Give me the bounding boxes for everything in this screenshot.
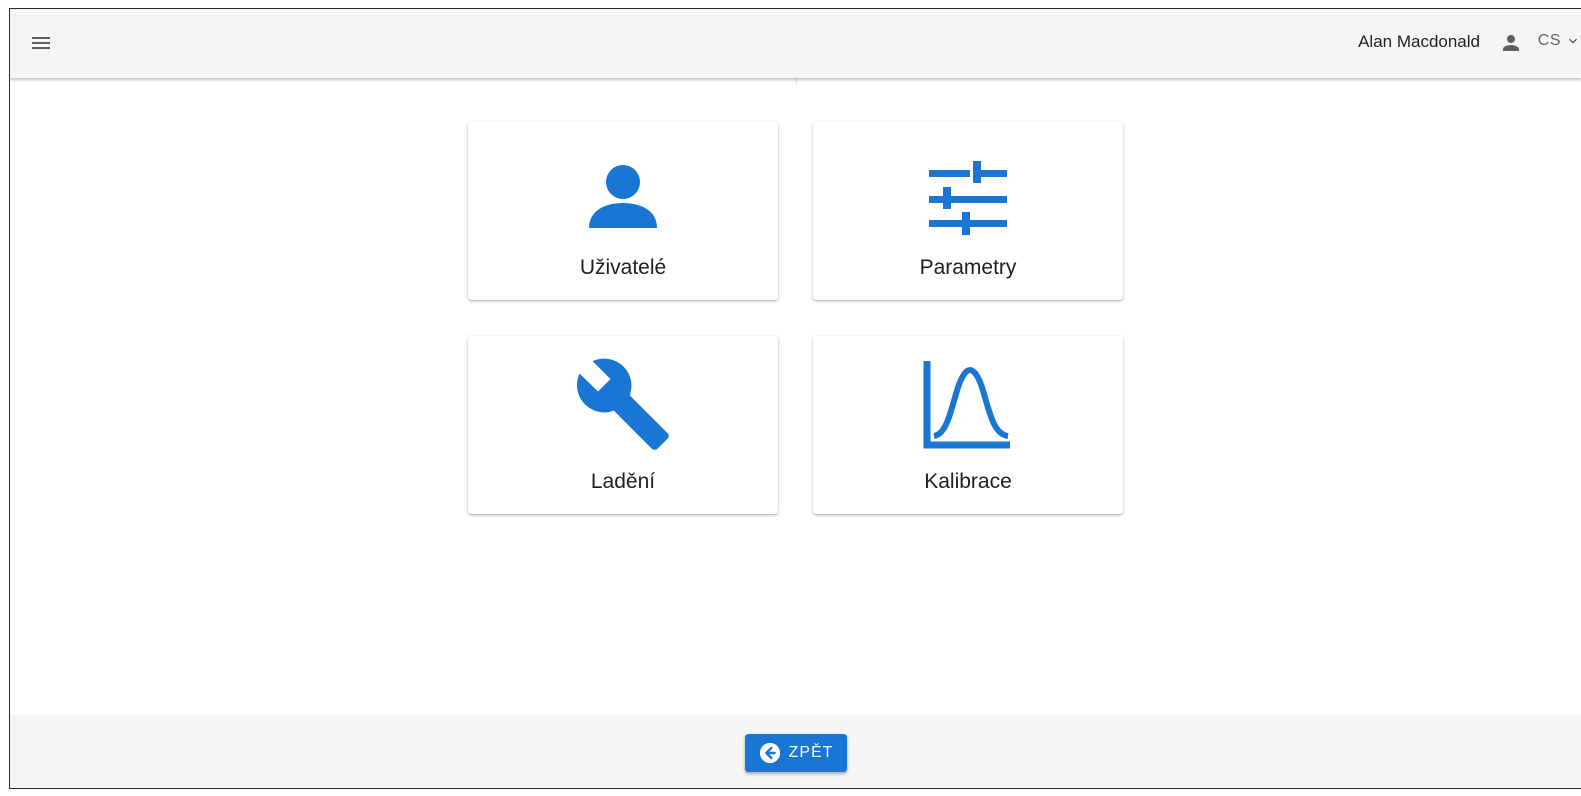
app-window: Alan Macdonald CS Uživatelé Parametry La… [9, 8, 1581, 789]
language-value: CS [1537, 32, 1561, 49]
footer-bar: ZPĚT [10, 715, 1581, 788]
tile-debugging[interactable]: Ladění [468, 336, 778, 514]
tile-calibration[interactable]: Kalibrace [813, 336, 1123, 514]
top-app-bar: Alan Macdonald CS [10, 9, 1581, 78]
user-account-button[interactable] [1499, 31, 1523, 55]
person-icon [589, 165, 657, 228]
tile-parameters[interactable]: Parametry [813, 122, 1123, 300]
back-button[interactable]: ZPĚT [745, 734, 847, 772]
menu-button[interactable] [28, 31, 54, 55]
language-selector[interactable]: CS [1538, 32, 1581, 50]
bell-curve-icon [923, 361, 1010, 449]
tile-label: Parametry [919, 256, 1017, 279]
tile-label: Kalibrace [924, 470, 1012, 493]
tile-label: Ladění [590, 470, 656, 493]
hamburger-menu-icon [32, 37, 50, 49]
user-name: Alan Macdonald [1358, 32, 1480, 51]
divider [796, 78, 797, 86]
back-button-label: ZPĚT [788, 744, 834, 761]
wrench-icon [576, 358, 669, 450]
tune-sliders-icon [929, 161, 1007, 235]
chevron-down-icon [1569, 38, 1577, 44]
tile-users[interactable]: Uživatelé [468, 122, 778, 300]
tile-label: Uživatelé [579, 256, 667, 279]
person-icon [1503, 35, 1519, 51]
arrow-left-circle-icon [759, 742, 780, 764]
